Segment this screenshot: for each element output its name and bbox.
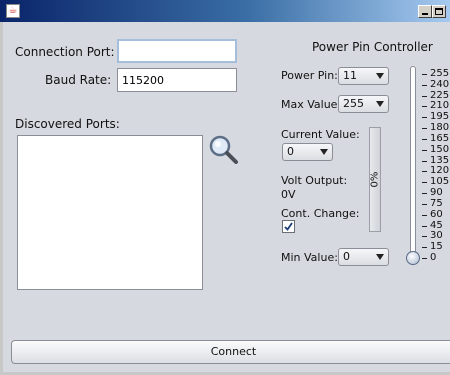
slider-tick-label: 135	[430, 154, 450, 166]
slider-tick-label: 180	[430, 122, 450, 134]
baud-rate-input[interactable]	[117, 68, 237, 92]
slider-tick-label: 120	[430, 165, 450, 177]
title-bar: ☕	[0, 0, 450, 22]
slider-tick-mark	[422, 84, 427, 86]
power-pin-select[interactable]: 11	[338, 67, 389, 85]
slider-tick-label: 60	[430, 208, 443, 220]
slider-tick-label: 210	[430, 100, 450, 112]
current-value-value: 0	[287, 145, 294, 158]
connection-port-label: Connection Port:	[15, 45, 115, 59]
min-value-select[interactable]: 0	[338, 248, 389, 266]
slider-tick-label: 15	[430, 241, 443, 253]
chevron-down-icon	[320, 149, 328, 155]
slider-tick-label: 150	[430, 143, 450, 155]
slider-tick-mark	[422, 236, 427, 238]
maximize-button[interactable]	[432, 5, 446, 18]
slider-tick-label: 30	[430, 230, 443, 242]
java-cup-icon: ☕	[6, 4, 20, 18]
slider-tick-mark	[422, 225, 427, 227]
max-value-select[interactable]: 255	[338, 95, 389, 113]
slider-tick-mark	[422, 117, 427, 119]
slider-tick-label: 165	[430, 132, 450, 144]
checkmark-icon	[284, 222, 293, 231]
slider-tick-mark	[422, 95, 427, 97]
discovered-ports-list[interactable]	[17, 135, 203, 290]
slider-tick-label: 225	[430, 89, 450, 101]
slider-tick-mark	[422, 138, 427, 140]
cont-change-checkbox[interactable]	[282, 220, 295, 233]
min-value-value: 0	[343, 250, 350, 263]
slider-tick-mark	[422, 160, 427, 162]
min-value-label: Min Value:	[281, 251, 338, 264]
slider-tick-mark	[422, 106, 427, 108]
slider-tick-mark	[422, 214, 427, 216]
window-frame-left	[0, 22, 3, 375]
value-slider-thumb[interactable]	[406, 251, 420, 265]
slider-tick-label: 90	[430, 187, 443, 199]
max-value-label: Max Value:	[281, 98, 342, 111]
controller-title: Power Pin Controller	[312, 40, 433, 54]
progress-text: 0%	[369, 171, 381, 188]
power-pin-label: Power Pin:	[281, 69, 338, 82]
discovered-ports-label: Discovered Ports:	[15, 117, 120, 131]
connection-port-input[interactable]	[117, 39, 237, 63]
slider-tick-mark	[422, 193, 427, 195]
slider-tick-mark	[422, 128, 427, 130]
slider-tick-mark	[422, 203, 427, 205]
max-value-value: 255	[343, 97, 364, 110]
slider-tick-mark	[422, 171, 427, 173]
power-pin-value: 11	[343, 69, 357, 82]
baud-rate-label: Baud Rate:	[45, 73, 112, 87]
slider-tick-label: 255	[430, 68, 450, 79]
slider-tick-mark	[422, 258, 427, 259]
chevron-down-icon	[376, 73, 384, 79]
volt-output-value: 0V	[281, 188, 296, 201]
chevron-down-icon	[376, 254, 384, 260]
current-value-select[interactable]: 0	[282, 143, 333, 161]
volt-output-label: Volt Output:	[281, 174, 348, 187]
slider-tick-mark	[422, 247, 427, 249]
slider-tick-mark	[422, 182, 427, 184]
slider-tick-label: 195	[430, 111, 450, 123]
slider-tick-label: 105	[430, 176, 450, 188]
slider-tick-label: 45	[430, 219, 443, 231]
slider-tick-label: 0	[430, 252, 437, 263]
chevron-down-icon	[376, 101, 384, 107]
slider-tick-label: 240	[430, 78, 450, 90]
minimize-button[interactable]	[418, 5, 432, 18]
connect-button[interactable]: Connect	[11, 340, 450, 364]
slider-tick-mark	[422, 149, 427, 151]
slider-tick-label: 75	[430, 197, 443, 209]
value-slider-track[interactable]	[410, 66, 416, 258]
current-value-label: Current Value:	[281, 128, 360, 141]
slider-tick-mark	[422, 74, 427, 75]
search-icon[interactable]	[207, 133, 239, 165]
cont-change-label: Cont. Change:	[281, 207, 360, 220]
output-progress-bar: 0%	[369, 127, 381, 232]
